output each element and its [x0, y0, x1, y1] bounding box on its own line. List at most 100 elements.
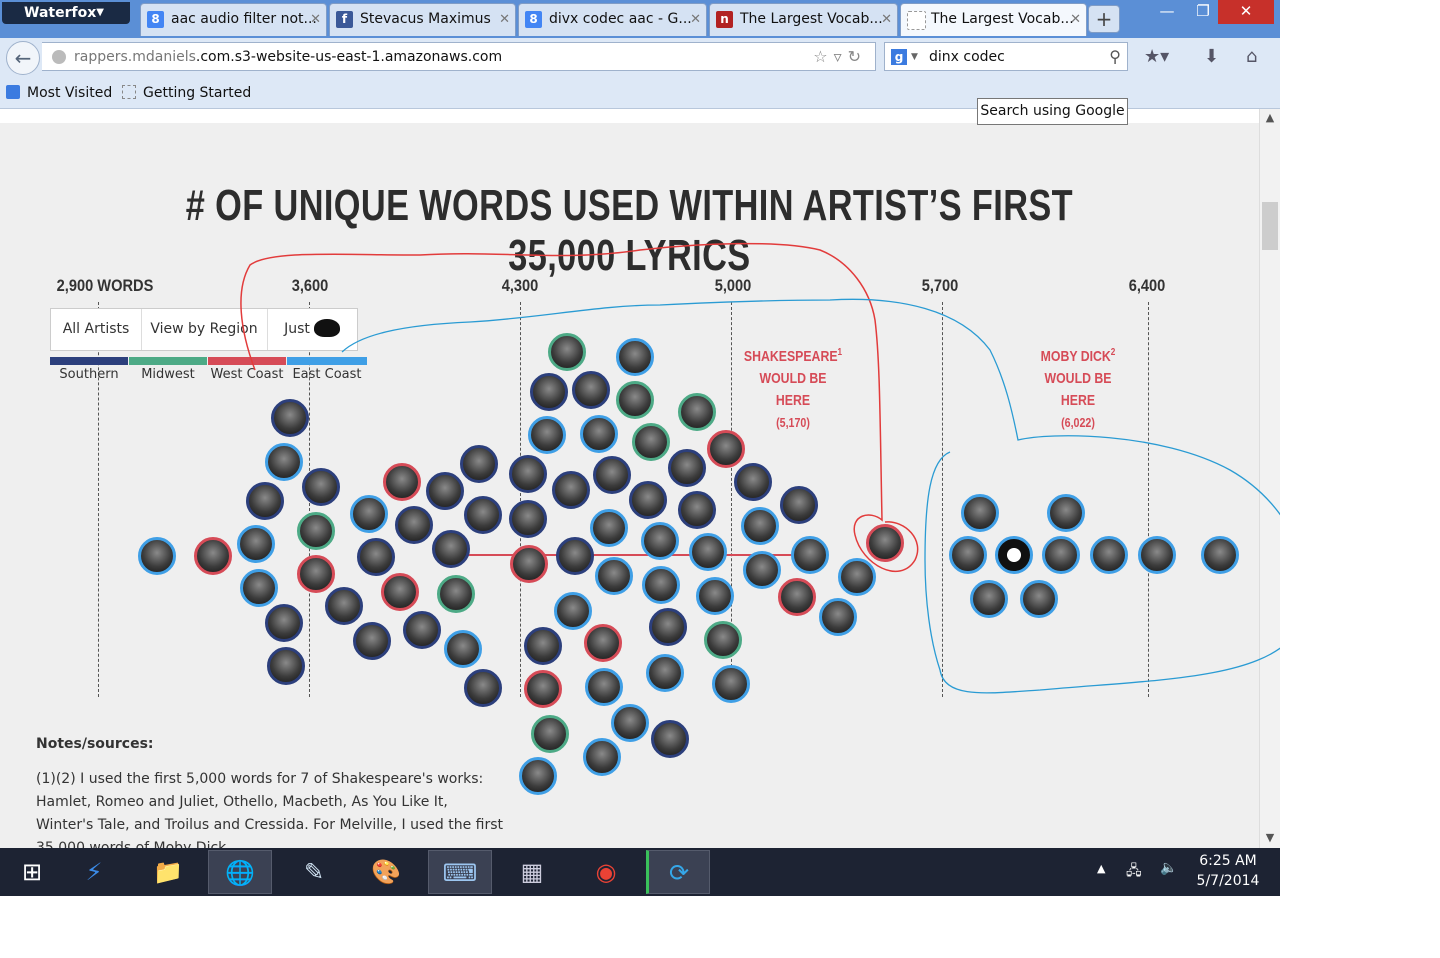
artist-bubble[interactable]: [302, 468, 340, 506]
artist-bubble[interactable]: [689, 533, 727, 571]
artist-bubble[interactable]: [649, 608, 687, 646]
artist-bubble[interactable]: [267, 647, 305, 685]
artist-bubble[interactable]: [353, 622, 391, 660]
artist-bubble[interactable]: [524, 670, 562, 708]
artist-bubble[interactable]: [819, 598, 857, 636]
just-wu-tang-button[interactable]: Just: [267, 309, 357, 350]
close-window-button[interactable]: ✕: [1218, 0, 1274, 24]
artist-bubble[interactable]: [194, 537, 232, 575]
artist-bubble[interactable]: [642, 566, 680, 604]
artist-bubble[interactable]: [530, 373, 568, 411]
artist-bubble[interactable]: [531, 715, 569, 753]
artist-bubble[interactable]: [297, 512, 335, 550]
artist-bubble[interactable]: [554, 592, 592, 630]
artist-bubble[interactable]: [611, 704, 649, 742]
artist-bubble[interactable]: [616, 381, 654, 419]
new-tab-button[interactable]: +: [1088, 5, 1120, 33]
artist-bubble[interactable]: [519, 757, 557, 795]
artist-bubble[interactable]: [444, 630, 482, 668]
chevron-up-icon[interactable]: ▲: [1260, 111, 1280, 124]
remote-desktop-icon[interactable]: ⌨: [428, 850, 492, 894]
notepad-icon[interactable]: ✎: [282, 850, 346, 894]
artist-bubble[interactable]: [580, 415, 618, 453]
artist-bubble[interactable]: [548, 333, 586, 371]
scrollbar-thumb[interactable]: [1262, 202, 1278, 250]
reload-icon[interactable]: ↻: [848, 47, 867, 66]
artist-bubble[interactable]: [357, 538, 395, 576]
artist-bubble[interactable]: [572, 371, 610, 409]
artist-bubble[interactable]: [838, 558, 876, 596]
vertical-scrollbar[interactable]: ▲ ▼: [1259, 109, 1280, 848]
artist-bubble[interactable]: [1047, 494, 1085, 532]
show-hidden-icons-button[interactable]: ▲: [1097, 862, 1105, 875]
calculator-icon[interactable]: ▦: [500, 850, 564, 894]
artist-bubble[interactable]: [970, 580, 1008, 618]
search-box[interactable]: g ▼ dinx codec ⚲: [884, 42, 1128, 71]
artist-bubble[interactable]: [780, 486, 818, 524]
artist-bubble[interactable]: [1020, 580, 1058, 618]
refresh-app-icon[interactable]: ⟳: [646, 850, 710, 894]
artist-bubble[interactable]: [524, 627, 562, 665]
artist-bubble[interactable]: [460, 445, 498, 483]
artist-bubble[interactable]: [381, 573, 419, 611]
artist-bubble[interactable]: [616, 338, 654, 376]
artist-bubble[interactable]: [403, 611, 441, 649]
artist-bubble[interactable]: [350, 495, 388, 533]
artist-bubble[interactable]: [707, 430, 745, 468]
bookmarks-star-icon[interactable]: ★▾: [1144, 46, 1169, 67]
artist-bubble[interactable]: [1090, 536, 1128, 574]
search-input[interactable]: dinx codec: [929, 49, 1005, 65]
chrome-icon[interactable]: ◉: [574, 850, 638, 894]
artist-bubble[interactable]: [138, 537, 176, 575]
artist-bubble[interactable]: [743, 551, 781, 589]
artist-bubble[interactable]: [1042, 536, 1080, 574]
close-icon[interactable]: ✕: [881, 4, 892, 35]
artist-bubble[interactable]: [593, 456, 631, 494]
artist-bubble[interactable]: [712, 665, 750, 703]
artist-bubble[interactable]: [584, 624, 622, 662]
artist-bubble[interactable]: [1201, 536, 1239, 574]
bookmark-getting-started[interactable]: Getting Started: [122, 78, 251, 109]
url-bar-icons[interactable]: ☆▿↻: [813, 43, 867, 71]
tab-largest-vocab-1[interactable]: n The Largest Vocab... ✕: [709, 3, 898, 36]
artist-bubble[interactable]: [556, 537, 594, 575]
artist-bubble[interactable]: [696, 577, 734, 615]
artist-bubble[interactable]: [734, 463, 772, 501]
download-icon[interactable]: ⬇: [1204, 46, 1219, 67]
waterfox-icon[interactable]: 🌐: [208, 850, 272, 894]
artist-bubble[interactable]: [237, 525, 275, 563]
artist-bubble[interactable]: [1138, 536, 1176, 574]
app-menu-button[interactable]: Waterfox ▼: [2, 2, 130, 24]
artist-bubble[interactable]: [509, 455, 547, 493]
artist-bubble[interactable]: [552, 471, 590, 509]
tab-aac-audio[interactable]: 8 aac audio filter not... ✕: [140, 3, 327, 36]
tab-stevacus[interactable]: f Stevacus Maximus ✕: [329, 3, 516, 36]
artist-bubble[interactable]: [510, 545, 548, 583]
clock[interactable]: 6:25 AM 5/7/2014: [1196, 853, 1260, 889]
maximize-button[interactable]: ❐: [1186, 0, 1220, 24]
artist-bubble[interactable]: [866, 524, 904, 562]
all-artists-button[interactable]: All Artists: [51, 309, 142, 350]
artist-bubble[interactable]: [704, 621, 742, 659]
artist-bubble[interactable]: [646, 654, 684, 692]
artist-bubble[interactable]: [995, 536, 1033, 574]
artist-bubble[interactable]: [464, 669, 502, 707]
home-icon[interactable]: ⌂: [1246, 46, 1257, 67]
artist-bubble[interactable]: [509, 500, 547, 538]
minimize-button[interactable]: —: [1152, 0, 1182, 24]
artist-bubble[interactable]: [949, 536, 987, 574]
artist-bubble[interactable]: [629, 481, 667, 519]
back-button[interactable]: ←: [6, 41, 40, 75]
chevron-down-icon[interactable]: ▼: [911, 43, 918, 71]
google-icon[interactable]: g: [891, 49, 907, 65]
artist-bubble[interactable]: [383, 463, 421, 501]
network-icon[interactable]: 🖧: [1126, 860, 1142, 884]
url-bar[interactable]: rappers.mdaniels.com.s3-website-us-east-…: [42, 42, 876, 71]
close-icon[interactable]: ✕: [310, 4, 321, 35]
artist-bubble[interactable]: [432, 530, 470, 568]
artist-bubble[interactable]: [678, 393, 716, 431]
bookmark-most-visited[interactable]: Most Visited: [6, 78, 112, 109]
artist-bubble[interactable]: [641, 522, 679, 560]
view-by-region-button[interactable]: View by Region: [141, 309, 268, 350]
search-icon[interactable]: ⚲: [1109, 43, 1121, 71]
